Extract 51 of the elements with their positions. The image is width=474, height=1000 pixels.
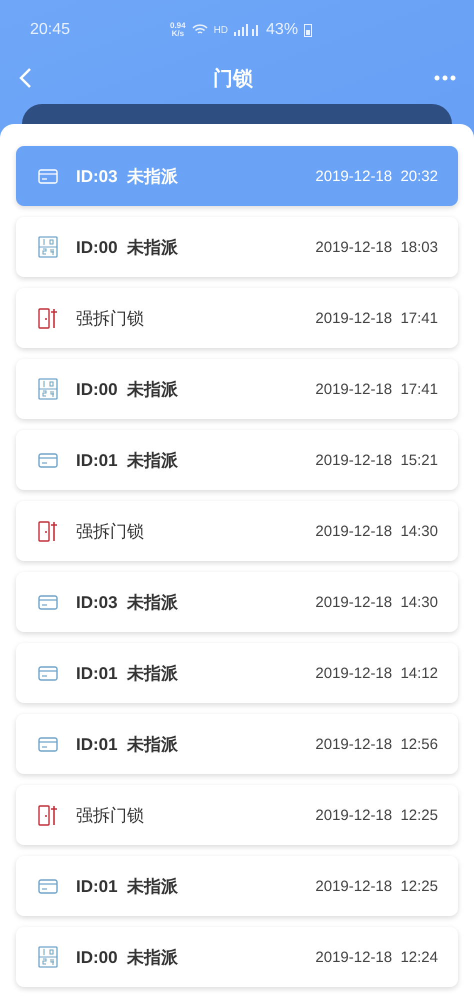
record-row[interactable]: ID:01 未指派 2019-12-18 12:56 <box>16 714 458 774</box>
record-time: 2019-12-18 12:25 <box>315 806 438 824</box>
signal-icon <box>234 24 260 36</box>
record-time: 2019-12-18 17:41 <box>315 310 438 326</box>
status-time: 20:45 <box>30 21 72 39</box>
record-label: ID:03 未指派 <box>76 592 180 614</box>
keypad-icon <box>38 945 58 969</box>
record-label: 强拆门锁 <box>76 308 145 330</box>
hd-label: HD <box>214 24 228 36</box>
record-row[interactable]: ID:01 未指派 2019-12-18 12:25 <box>16 856 458 916</box>
page-title: 门锁 <box>213 66 253 92</box>
door-alarm-icon <box>38 519 58 543</box>
record-label: ID:01 未指派 <box>76 450 180 472</box>
record-time: 2019-12-18 20:32 <box>315 168 438 184</box>
record-row[interactable]: ID:00 未指派 2019-12-18 12:24 <box>16 927 458 987</box>
record-row[interactable]: ID:03 未指派 2019-12-18 14:30 <box>16 572 458 632</box>
record-label: 强拆门锁 <box>76 520 145 542</box>
record-row[interactable]: 强拆门锁 2019-12-18 17:41 <box>16 288 458 348</box>
door-alarm-icon <box>38 306 58 330</box>
record-label: ID:00 未指派 <box>76 378 180 400</box>
record-row[interactable]: ID:01 未指派 2019-12-18 14:12 <box>16 643 458 703</box>
record-label: ID:00 未指派 <box>76 236 180 258</box>
door-alarm-icon <box>38 803 58 827</box>
record-label: ID:00 未指派 <box>76 946 180 968</box>
record-time: 2019-12-18 12:56 <box>315 736 438 752</box>
record-time: 2019-12-18 15:21 <box>315 452 438 468</box>
record-label: ID:01 未指派 <box>76 734 180 756</box>
keypad-icon <box>38 235 58 259</box>
record-label: ID:01 未指派 <box>76 876 180 898</box>
record-time: 2019-12-18 12:24 <box>315 948 438 966</box>
battery-icon <box>304 23 312 37</box>
keypad-icon <box>38 377 58 401</box>
battery-percent: 43% <box>266 21 298 39</box>
record-row[interactable]: ID:01 未指派 2019-12-18 15:21 <box>16 430 458 490</box>
record-label: 强拆门锁 <box>76 804 145 826</box>
network-speed: 0.94 K/s <box>170 22 186 38</box>
record-time: 2019-12-18 14:30 <box>315 522 438 540</box>
record-time: 2019-12-18 14:30 <box>315 594 438 610</box>
record-time: 2019-12-18 14:12 <box>315 664 438 682</box>
record-time: 2019-12-18 17:41 <box>315 380 438 398</box>
record-row[interactable]: 强拆门锁 2019-12-18 14:30 <box>16 501 458 561</box>
record-time: 2019-12-18 18:03 <box>315 238 438 256</box>
record-label: ID:03 未指派 <box>76 166 180 188</box>
more-icon[interactable] <box>434 75 456 81</box>
record-label: ID:01 未指派 <box>76 662 180 684</box>
record-row[interactable]: ID:00 未指派 2019-12-18 17:41 <box>16 359 458 419</box>
wifi-icon <box>192 24 208 36</box>
record-row[interactable]: 强拆门锁 2019-12-18 12:25 <box>16 785 458 845</box>
record-time: 2019-12-18 12:25 <box>315 878 438 894</box>
record-row[interactable]: ID:00 未指派 2019-12-18 18:03 <box>16 217 458 277</box>
back-icon[interactable] <box>18 67 32 89</box>
